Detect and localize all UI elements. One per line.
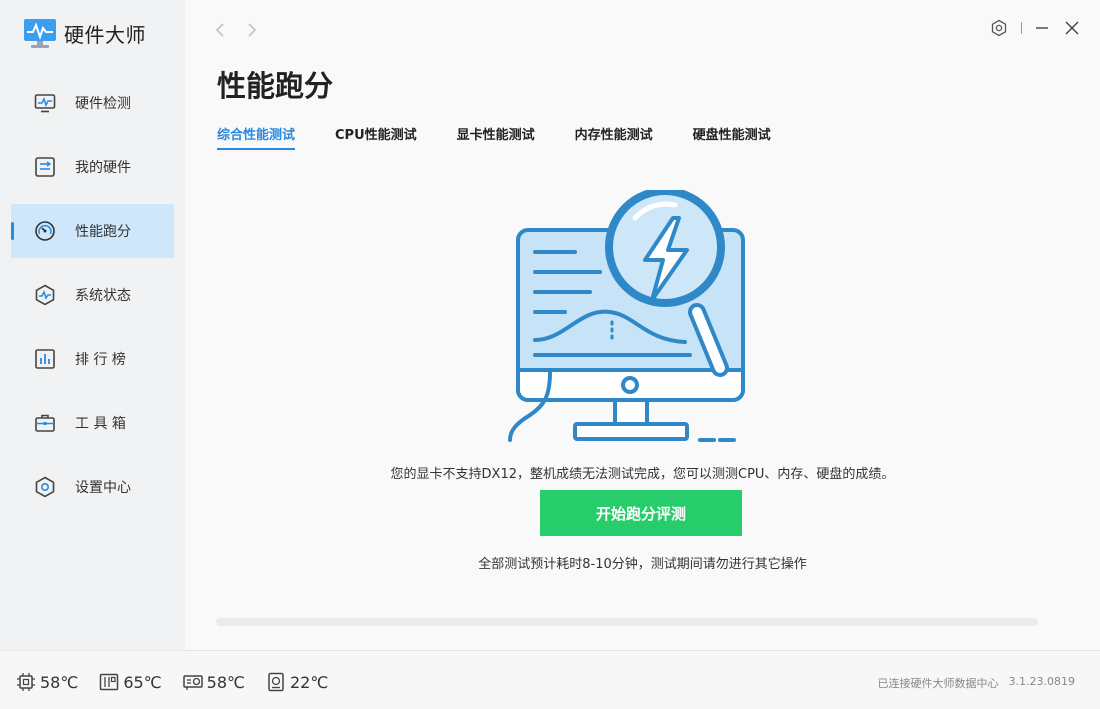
forward-button[interactable] xyxy=(242,20,262,40)
gpu-temperature: 58℃ xyxy=(182,671,245,693)
status-bar: 58℃ 65℃ 58℃ 22℃ 已连接硬件大师数据中心 3.1.23.0819 xyxy=(0,650,1100,709)
chevron-right-icon xyxy=(248,23,257,37)
sidebar-item-leaderboard[interactable]: 排 行 榜 xyxy=(11,332,174,386)
motherboard-icon xyxy=(98,671,120,693)
hard-disk-icon xyxy=(265,671,287,693)
temperature-value: 58℃ xyxy=(40,672,79,692)
motherboard-temperature: 65℃ xyxy=(98,671,162,693)
sidebar-item-label: 排 行 榜 xyxy=(75,352,126,368)
temperature-value: 65℃ xyxy=(123,672,162,692)
start-benchmark-button[interactable]: 开始跑分评测 xyxy=(540,490,742,536)
version-text: 3.1.23.0819 xyxy=(1008,675,1075,688)
sidebar-item-hardware-detect[interactable]: 硬件检测 xyxy=(11,76,174,130)
history-nav xyxy=(210,20,274,40)
chevron-left-icon xyxy=(215,23,224,37)
hardware-list-icon xyxy=(33,155,57,179)
temperature-readouts: 58℃ 65℃ 58℃ 22℃ xyxy=(15,671,348,693)
tab-cpu[interactable]: CPU性能测试 xyxy=(335,124,417,150)
minimize-icon xyxy=(1036,27,1048,29)
brand: 硬件大师 xyxy=(22,15,146,51)
close-button[interactable] xyxy=(1062,18,1082,38)
sidebar-item-label: 我的硬件 xyxy=(75,160,131,176)
connection-text: 已连接硬件大师数据中心 xyxy=(877,677,999,690)
sidebar-item-system-status[interactable]: 系统状态 xyxy=(11,268,174,322)
connection-status: 已连接硬件大师数据中心 3.1.23.0819 xyxy=(868,675,1075,691)
speedometer-icon xyxy=(33,219,57,243)
window-controls xyxy=(979,18,1082,38)
divider xyxy=(1021,22,1022,34)
back-button[interactable] xyxy=(210,20,230,40)
benchmark-tabs: 综合性能测试 CPU性能测试 显卡性能测试 内存性能测试 硬盘性能测试 xyxy=(217,124,811,150)
benchmark-progress-bar xyxy=(216,618,1038,626)
close-icon xyxy=(1065,21,1079,35)
benchmark-illustration xyxy=(508,190,745,442)
sidebar-item-label: 设置中心 xyxy=(75,480,131,496)
tab-memory[interactable]: 内存性能测试 xyxy=(575,124,653,150)
sidebar-item-label: 工 具 箱 xyxy=(75,416,126,432)
hexagon-settings-icon xyxy=(33,475,57,499)
cpu-chip-icon xyxy=(15,671,37,693)
sidebar-item-toolbox[interactable]: 工 具 箱 xyxy=(11,396,174,450)
tab-disk[interactable]: 硬盘性能测试 xyxy=(693,124,771,150)
pulse-hexagon-icon xyxy=(33,283,57,307)
sidebar: 硬件大师 硬件检测 我的硬件 性能跑分 系统状态 排 行 榜 工 具 箱 设置中… xyxy=(0,0,185,650)
gpu-card-icon xyxy=(182,671,204,693)
app-logo-icon xyxy=(24,19,56,48)
monitor-pulse-icon xyxy=(33,91,57,115)
toolbox-icon xyxy=(33,411,57,435)
gear-icon xyxy=(991,19,1007,37)
sidebar-item-label: 性能跑分 xyxy=(75,224,131,240)
sidebar-item-label: 系统状态 xyxy=(75,288,131,304)
disk-temperature: 22℃ xyxy=(265,671,328,693)
cpu-temperature: 58℃ xyxy=(15,671,78,693)
sidebar-item-settings[interactable]: 设置中心 xyxy=(11,460,174,514)
tab-overall[interactable]: 综合性能测试 xyxy=(217,124,296,150)
duration-hint: 全部测试预计耗时8-10分钟，测试期间请勿进行其它操作 xyxy=(478,557,807,572)
app-name: 硬件大师 xyxy=(64,22,146,47)
sidebar-item-my-hardware[interactable]: 我的硬件 xyxy=(11,140,174,194)
bar-chart-icon xyxy=(33,347,57,371)
sidebar-item-benchmark[interactable]: 性能跑分 xyxy=(11,204,174,258)
minimize-button[interactable] xyxy=(1032,18,1052,38)
settings-button[interactable] xyxy=(989,18,1009,38)
temperature-value: 58℃ xyxy=(206,672,245,692)
sidebar-item-label: 硬件检测 xyxy=(75,96,131,112)
sidebar-nav: 硬件检测 我的硬件 性能跑分 系统状态 排 行 榜 工 具 箱 设置中心 xyxy=(11,76,174,524)
temperature-value: 22℃ xyxy=(289,672,329,692)
page-title: 性能跑分 xyxy=(217,69,334,103)
dx12-notice: 您的显卡不支持DX12，整机成绩无法测试完成，您可以测测CPU、内存、硬盘的成绩… xyxy=(390,467,895,482)
tab-gpu[interactable]: 显卡性能测试 xyxy=(457,124,535,150)
